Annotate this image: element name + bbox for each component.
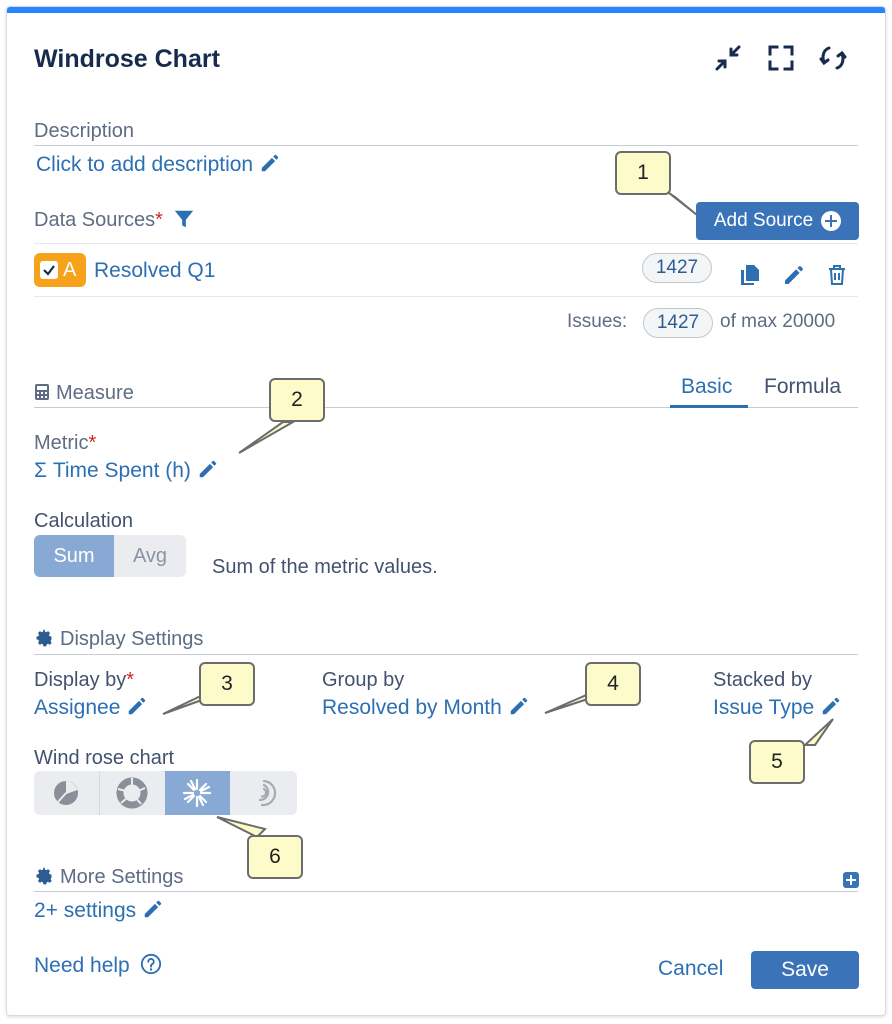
required-mark: * [126,669,135,691]
panel-top-accent [7,7,885,13]
required-mark: * [88,432,97,454]
callout-5: 5 [749,740,805,784]
display-by-label: Display by* [34,669,134,692]
more-settings-link-text: 2+ settings [34,899,137,922]
display-settings-text: Display Settings [60,628,204,650]
donut-chart-icon[interactable] [100,771,165,815]
radial-bar-chart-icon[interactable] [230,771,297,815]
pencil-icon [142,898,164,920]
callout-2: 2 [269,378,325,422]
data-sources-label: Data Sources* [34,208,195,232]
add-description-link[interactable]: Click to add description [36,152,281,177]
windrose-chart-panel: Windrose Chart Description Click to add … [6,6,886,1016]
pencil-icon [508,695,530,717]
chart-type-selector [34,771,297,815]
add-source-label: Add Source [713,210,814,231]
source-badge-letter: A [63,258,77,281]
save-button[interactable]: Save [751,951,859,989]
more-settings-label: More Settings [34,866,183,889]
checkbox-checked-icon[interactable] [40,261,58,279]
stacked-by-label: Stacked by [713,669,812,691]
data-sources-text: Data Sources [34,209,156,231]
display-by-link[interactable]: Assignee [34,695,148,720]
more-settings-link[interactable]: 2+ settings [34,898,164,923]
calc-description: Sum of the metric values. [212,556,438,578]
required-mark: * [155,209,163,231]
filter-icon[interactable] [173,208,195,230]
gear-icon [34,628,54,648]
calculator-icon [34,383,50,401]
add-source-button[interactable]: Add Source [696,202,859,240]
display-by-text: Display by [34,669,127,691]
metric-value-link[interactable]: Σ Time Spent (h) [34,458,219,483]
metric-label: Metric* [34,432,96,455]
pencil-icon [197,458,219,480]
plus-circle-icon [821,211,842,231]
source-name-link[interactable]: Resolved Q1 [94,259,215,283]
callout-3: 3 [199,662,255,706]
issues-max: of max 20000 [720,311,836,332]
expand-plus-icon[interactable] [843,872,859,888]
stacked-by-value: Issue Type [713,696,815,719]
description-divider [34,145,858,146]
copy-icon[interactable] [738,263,762,287]
tab-formula[interactable]: Formula [764,375,841,399]
collapse-icon[interactable] [713,43,743,73]
group-by-link[interactable]: Resolved by Month [322,695,530,720]
metric-value-text: Σ Time Spent (h) [34,459,191,482]
windrose-chart-icon[interactable] [164,771,231,815]
add-description-text: Click to add description [36,153,254,176]
callout-4: 4 [585,662,641,706]
display-settings-divider [34,654,858,655]
group-by-value: Resolved by Month [322,696,502,719]
active-tab-indicator [670,405,748,408]
pencil-icon [259,152,281,174]
need-help-text: Need help [34,954,130,977]
gear-icon [34,866,54,886]
sources-top-divider [34,243,858,244]
measure-section-label: Measure [34,382,134,405]
callout-6: 6 [247,835,303,879]
issues-label: Issues: [567,311,628,332]
refresh-icon[interactable] [818,43,848,73]
tab-basic[interactable]: Basic [681,375,732,399]
chart-type-label: Wind rose chart [34,747,175,769]
edit-source-icon[interactable] [782,263,806,287]
calculation-toggle: Sum Avg [34,535,186,577]
description-label: Description [34,120,135,142]
trash-icon[interactable] [825,263,849,287]
need-help-link[interactable]: Need help [34,953,162,978]
measure-text: Measure [56,382,134,404]
source-count-pill: 1427 [642,253,712,283]
group-by-label: Group by [322,669,405,691]
source-badge[interactable]: A [34,253,86,287]
display-settings-label: Display Settings [34,628,203,651]
pencil-icon [126,695,148,717]
sources-bottom-divider [34,296,858,297]
calc-avg-option[interactable]: Avg [114,535,186,577]
more-settings-text: More Settings [60,866,184,888]
calc-sum-option[interactable]: Sum [34,535,114,577]
more-settings-divider [34,891,858,892]
panel-title: Windrose Chart [34,45,220,73]
pencil-icon [820,695,842,717]
callout-1: 1 [615,151,671,195]
fullscreen-icon[interactable] [766,43,796,73]
issues-count-pill: 1427 [643,308,713,338]
calculation-label: Calculation [34,510,133,532]
metric-text: Metric [34,432,89,454]
help-circle-icon [140,953,162,975]
stacked-by-link[interactable]: Issue Type [713,695,842,720]
pie-chart-icon[interactable] [34,771,99,815]
cancel-button[interactable]: Cancel [658,957,723,981]
display-by-value: Assignee [34,696,121,719]
